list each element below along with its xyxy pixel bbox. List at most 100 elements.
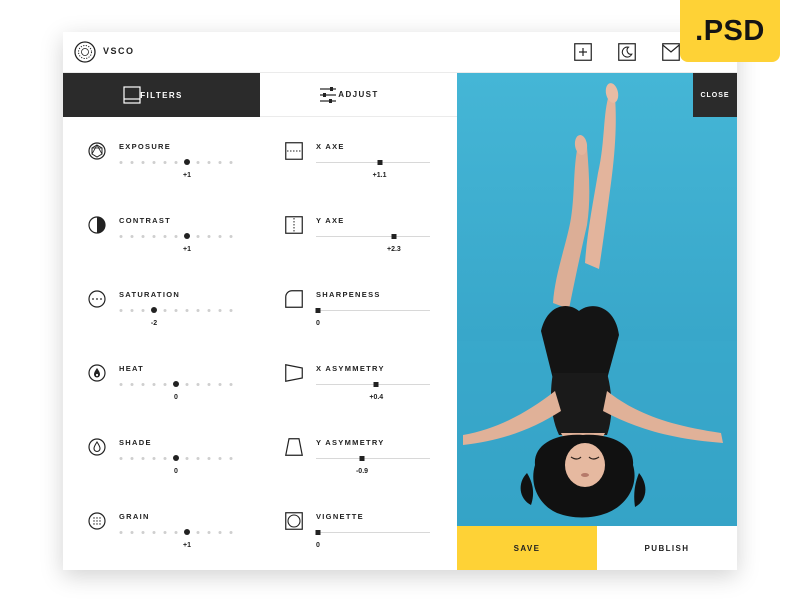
grain-icon bbox=[88, 512, 106, 530]
slider-handle[interactable] bbox=[373, 382, 379, 387]
y-asymmetry-slider[interactable] bbox=[316, 456, 430, 461]
photo-woman-floating bbox=[457, 73, 737, 526]
y-axis-frame-icon bbox=[285, 216, 303, 234]
slider-handle[interactable] bbox=[391, 234, 397, 239]
slider-dot bbox=[130, 161, 134, 164]
slider-dot bbox=[229, 457, 233, 460]
top-bar: VSCO bbox=[63, 32, 737, 73]
y-axe-slider[interactable] bbox=[316, 234, 430, 239]
slider-dot bbox=[174, 309, 178, 312]
slider-dot bbox=[196, 457, 200, 460]
x-axe-slider[interactable] bbox=[316, 160, 430, 165]
slider-dot bbox=[229, 235, 233, 238]
shade-slider[interactable] bbox=[119, 455, 239, 462]
slider-dot bbox=[218, 309, 222, 312]
sharpeness-value: 0 bbox=[316, 320, 320, 327]
slider-dot bbox=[130, 457, 134, 460]
slider-dot bbox=[229, 309, 233, 312]
grain-label: GRAIN bbox=[119, 512, 150, 521]
contrast-value: +1 bbox=[183, 246, 191, 253]
slider-dot bbox=[152, 235, 156, 238]
slider-handle[interactable] bbox=[377, 160, 383, 165]
heat-slider[interactable] bbox=[119, 381, 239, 388]
tab-filters-label: FILTERS bbox=[140, 90, 183, 100]
slider-dot bbox=[130, 383, 134, 386]
slider-dot bbox=[163, 383, 167, 386]
slider-knob[interactable] bbox=[184, 233, 190, 239]
saturation-value: -2 bbox=[150, 320, 158, 327]
moon-icon[interactable] bbox=[618, 43, 636, 61]
shade-label: SHADE bbox=[119, 438, 152, 447]
x-asymmetry-icon bbox=[285, 364, 303, 382]
slider-dot bbox=[229, 383, 233, 386]
saturation-slider[interactable] bbox=[119, 307, 239, 314]
slider-knob[interactable] bbox=[184, 159, 190, 165]
shade-value: 0 bbox=[174, 468, 178, 475]
y-axe-label: Y AXE bbox=[316, 216, 345, 225]
slider-dot bbox=[174, 531, 178, 534]
tab-filters[interactable]: FILTERS bbox=[63, 73, 260, 117]
slider-dot bbox=[229, 161, 233, 164]
slider-dot bbox=[141, 531, 145, 534]
slider-dot bbox=[119, 457, 123, 460]
slider-dot bbox=[119, 161, 123, 164]
y-asymmetry-icon bbox=[285, 438, 303, 456]
slider-dot bbox=[130, 309, 134, 312]
slider-dot bbox=[218, 531, 222, 534]
exposure-label: EXPOSURE bbox=[119, 142, 172, 151]
sharpeness-slider[interactable] bbox=[315, 308, 430, 313]
exposure-value: +1 bbox=[183, 172, 191, 179]
slider-knob[interactable] bbox=[173, 455, 179, 461]
envelope-icon[interactable] bbox=[662, 43, 680, 61]
slider-knob[interactable] bbox=[184, 529, 190, 535]
slider-dot bbox=[218, 235, 222, 238]
slider-dot bbox=[196, 235, 200, 238]
slider-dot bbox=[163, 309, 167, 312]
slider-dot bbox=[163, 235, 167, 238]
photo-frame-icon bbox=[123, 86, 141, 104]
slider-dot bbox=[152, 457, 156, 460]
plus-icon[interactable] bbox=[574, 43, 592, 61]
flame-icon bbox=[88, 364, 106, 382]
tab-adjust[interactable]: ADJUST bbox=[260, 73, 457, 117]
psd-badge: .PSD bbox=[680, 0, 780, 62]
photo-preview bbox=[457, 73, 737, 526]
close-button[interactable]: CLOSE bbox=[693, 73, 737, 117]
slider-dot bbox=[207, 309, 211, 312]
save-button[interactable]: SAVE bbox=[457, 526, 597, 570]
slider-dot bbox=[218, 161, 222, 164]
slider-dot bbox=[130, 235, 134, 238]
slider-dot bbox=[196, 531, 200, 534]
editor-window: VSCO FILTERS ADJUST CLOSE SAVE PUBLISH E… bbox=[63, 32, 737, 570]
slider-dot bbox=[207, 457, 211, 460]
vignette-icon bbox=[285, 512, 303, 530]
slider-dot bbox=[163, 161, 167, 164]
slider-dot bbox=[152, 383, 156, 386]
aperture-icon bbox=[88, 142, 106, 160]
slider-handle[interactable] bbox=[315, 530, 321, 535]
exposure-slider[interactable] bbox=[119, 159, 239, 166]
slider-dot bbox=[141, 161, 145, 164]
slider-dot bbox=[152, 161, 156, 164]
slider-dot bbox=[130, 531, 134, 534]
slider-dot bbox=[207, 383, 211, 386]
contrast-slider[interactable] bbox=[119, 233, 239, 240]
slider-knob[interactable] bbox=[173, 381, 179, 387]
grain-slider[interactable] bbox=[119, 529, 239, 536]
heat-value: 0 bbox=[174, 394, 178, 401]
dotted-circle-icon bbox=[88, 290, 106, 308]
slider-dot bbox=[196, 383, 200, 386]
x-axe-value: +1.1 bbox=[372, 172, 387, 179]
vignette-slider[interactable] bbox=[315, 530, 430, 535]
slider-handle[interactable] bbox=[315, 308, 321, 313]
x-asymmetry-slider[interactable] bbox=[316, 382, 430, 387]
slider-knob[interactable] bbox=[151, 307, 157, 313]
publish-button[interactable]: PUBLISH bbox=[597, 526, 737, 570]
vignette-label: VIGNETTE bbox=[316, 512, 364, 521]
x-asymmetry-value: +0.4 bbox=[369, 394, 384, 401]
slider-dot bbox=[119, 531, 123, 534]
y-asymmetry-label: Y ASYMMETRY bbox=[316, 438, 385, 447]
slider-handle[interactable] bbox=[359, 456, 365, 461]
slider-dot bbox=[163, 457, 167, 460]
slider-dot bbox=[185, 309, 189, 312]
